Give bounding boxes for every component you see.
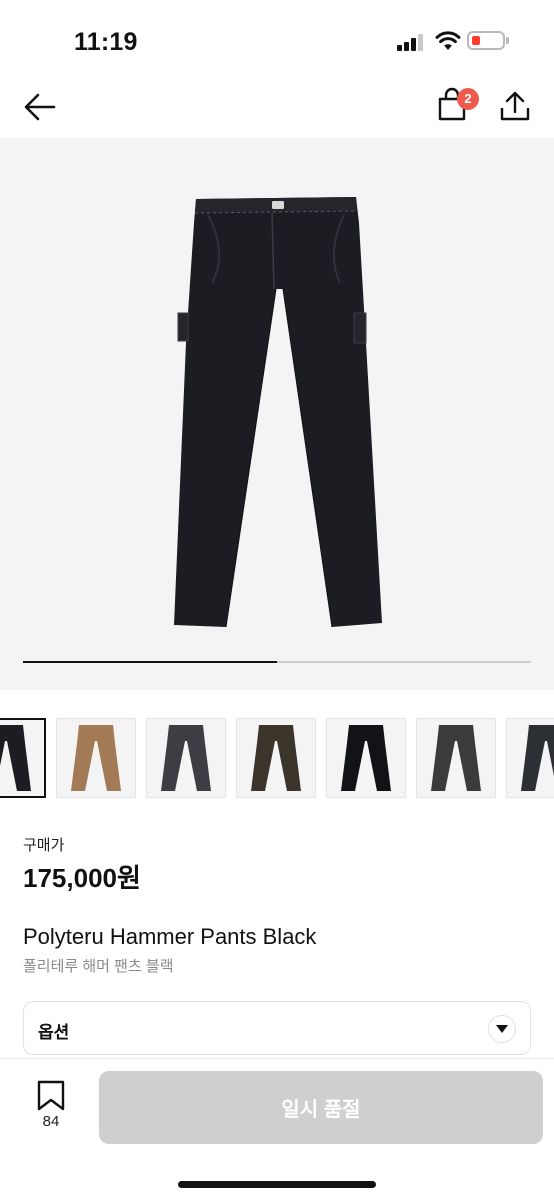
option-select[interactable]: 옵션 xyxy=(23,1001,531,1055)
back-button[interactable] xyxy=(20,86,62,128)
home-indicator xyxy=(178,1181,376,1188)
thumbnail-item[interactable] xyxy=(326,718,406,798)
gallery-progress-track xyxy=(23,661,531,663)
thumbnail-item[interactable] xyxy=(236,718,316,798)
bookmark-count: 84 xyxy=(42,1113,60,1130)
arrow-left-icon xyxy=(24,93,56,121)
product-name: Polyteru Hammer Pants Black xyxy=(23,924,317,949)
battery-icon xyxy=(467,31,505,50)
pants-thumbnail-image xyxy=(521,725,554,791)
dropdown-arrow-icon xyxy=(488,1015,516,1043)
pants-thumbnail-image xyxy=(71,725,121,791)
status-time: 11:19 xyxy=(74,28,138,56)
gallery-progress-fill xyxy=(23,661,277,663)
pants-thumbnail-image xyxy=(161,725,211,791)
bottom-action-bar: 84 일시 품절 xyxy=(0,1058,554,1200)
status-bar: 11:19 xyxy=(0,0,554,80)
thumbnail-item[interactable] xyxy=(416,718,496,798)
pants-image xyxy=(174,197,382,628)
share-button[interactable] xyxy=(496,86,534,128)
wifi-icon xyxy=(435,31,461,50)
pants-thumbnail-image xyxy=(0,725,31,791)
product-page: 11:19 2 구매가 175,000원 Polyteru Hammer Pan… xyxy=(0,0,554,1200)
cart-count-badge: 2 xyxy=(457,88,479,110)
thumbnail-item[interactable] xyxy=(146,718,226,798)
cellular-signal-icon xyxy=(397,33,423,51)
thumbnail-item[interactable] xyxy=(56,718,136,798)
product-name-korean: 폴리테루 해머 팬츠 블랙 xyxy=(23,958,174,975)
pants-thumbnail-image xyxy=(341,725,391,791)
option-label: 옵션 xyxy=(38,1023,70,1042)
thumbnail-item[interactable] xyxy=(0,718,46,798)
battery-cap xyxy=(506,37,509,44)
sold-out-button[interactable]: 일시 품절 xyxy=(99,1071,543,1144)
price-label: 구매가 xyxy=(23,837,65,854)
product-image-gallery[interactable] xyxy=(0,138,554,690)
bookmark-icon xyxy=(37,1080,65,1111)
pants-thumbnail-image xyxy=(251,725,301,791)
bookmark-button[interactable]: 84 xyxy=(30,1079,72,1135)
price-value: 175,000원 xyxy=(23,863,141,893)
share-icon xyxy=(500,91,530,121)
thumbnail-strip[interactable] xyxy=(0,718,554,800)
pants-thumbnail-image xyxy=(431,725,481,791)
thumbnail-item[interactable] xyxy=(506,718,554,798)
